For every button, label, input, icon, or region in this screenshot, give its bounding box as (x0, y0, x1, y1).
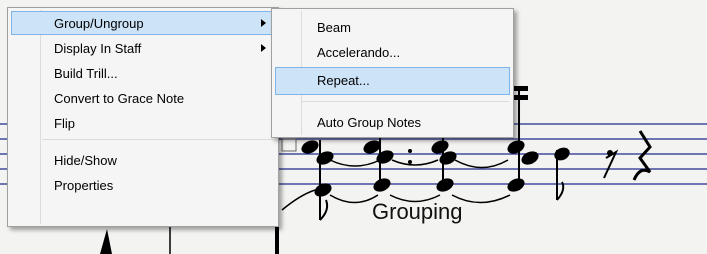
menu-item-repeat[interactable]: Repeat... (275, 67, 510, 95)
menu-separator (302, 101, 509, 102)
context-menu: Group/Ungroup Display In Staff Build Tri… (7, 7, 279, 227)
menu-item-display-in-staff[interactable]: Display In Staff (11, 36, 275, 60)
grouping-label: Grouping (372, 199, 463, 224)
menu-item-label: Convert to Grace Note (54, 91, 185, 106)
submenu-arrow-icon (261, 19, 266, 27)
menu-item-hide-show[interactable]: Hide/Show (11, 148, 275, 172)
menu-item-label: Hide/Show (54, 153, 117, 168)
menu-item-label: Repeat... (317, 73, 370, 88)
menu-item-label: Flip (54, 116, 75, 131)
menu-item-label: Accelerando... (317, 45, 401, 60)
menu-item-label: Beam (317, 20, 351, 35)
menu-item-beam[interactable]: Beam (275, 15, 510, 39)
group-ungroup-submenu: Beam Accelerando... Repeat... Auto Group… (271, 8, 514, 138)
menu-item-convert-to-grace-note[interactable]: Convert to Grace Note (11, 86, 275, 110)
menu-separator (42, 139, 274, 140)
menu-item-label: Display In Staff (54, 41, 142, 56)
menu-item-auto-group-notes[interactable]: Auto Group Notes (275, 110, 510, 134)
menu-item-label: Auto Group Notes (317, 115, 422, 130)
menu-item-label: Group/Ungroup (54, 16, 144, 31)
menu-item-build-trill[interactable]: Build Trill... (11, 61, 275, 85)
submenu-arrow-icon (261, 44, 266, 52)
menu-item-properties[interactable]: Properties (11, 173, 275, 197)
menu-item-group-ungroup[interactable]: Group/Ungroup (11, 11, 275, 35)
menu-item-label: Build Trill... (54, 66, 118, 81)
menu-item-flip[interactable]: Flip (11, 111, 275, 135)
menu-item-accelerando[interactable]: Accelerando... (275, 40, 510, 64)
menu-item-label: Properties (54, 178, 114, 193)
